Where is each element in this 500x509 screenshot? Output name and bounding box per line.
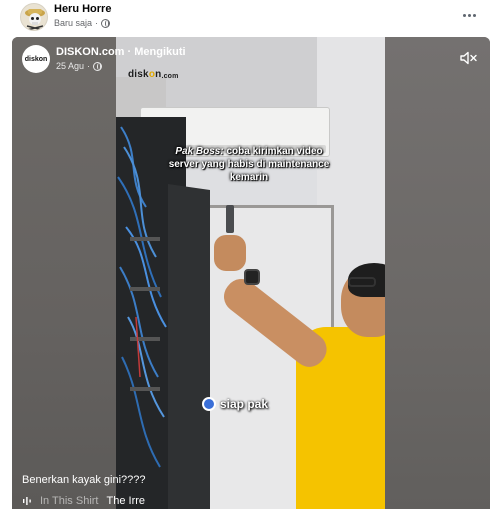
music-track-2: The Irre: [106, 495, 146, 507]
globe-icon: [93, 61, 103, 71]
speaker-muted-icon: [460, 51, 477, 65]
author-avatar[interactable]: [20, 3, 48, 31]
post-time[interactable]: Baru saja: [54, 18, 92, 28]
dot-icon: [462, 13, 466, 17]
page-meta: 25 Agu ·: [56, 61, 103, 71]
music-track-1: In This Shirt: [40, 495, 99, 507]
page-avatar[interactable]: diskon: [22, 45, 50, 73]
music-attribution[interactable]: In This Shirt The Irre: [22, 495, 145, 507]
audio-wave-icon: [23, 497, 31, 505]
dot-icon: [467, 13, 471, 17]
blur-background-left: [12, 37, 116, 509]
overlay-speaker: Pak Boss:: [175, 146, 224, 157]
post-meta: Baru saja ·: [54, 18, 111, 28]
more-options-button[interactable]: [458, 6, 480, 24]
chat-bubble-icon: [202, 397, 216, 411]
mute-button[interactable]: [460, 51, 478, 65]
dot-icon: [472, 13, 476, 17]
author-name[interactable]: Heru Horre: [54, 3, 111, 15]
reel-date[interactable]: 25 Agu: [56, 61, 84, 71]
video-text-overlay: Pak Boss: coba kirimkan video server yan…: [164, 145, 334, 184]
skull-avatar-icon: [25, 9, 45, 30]
glasses: [348, 277, 376, 287]
page-name[interactable]: DISKON.com · Mengikuti: [56, 46, 186, 58]
smartwatch: [244, 269, 260, 285]
phone: [226, 205, 234, 233]
reel-player[interactable]: diskon.com Pak Boss: coba kirimkan video…: [12, 37, 490, 509]
person-hand: [214, 235, 246, 271]
brand-watermark: diskon.com: [128, 69, 179, 80]
blur-background-right: [385, 37, 490, 509]
reply-text: siap pak: [220, 397, 269, 411]
reply-overlay: siap pak: [202, 397, 268, 411]
post-caption[interactable]: Benerkan kayak gini????: [22, 474, 146, 486]
video-frame[interactable]: [116, 37, 385, 509]
post-header: Heru Horre Baru saja ·: [0, 0, 500, 36]
globe-icon: [101, 18, 111, 28]
